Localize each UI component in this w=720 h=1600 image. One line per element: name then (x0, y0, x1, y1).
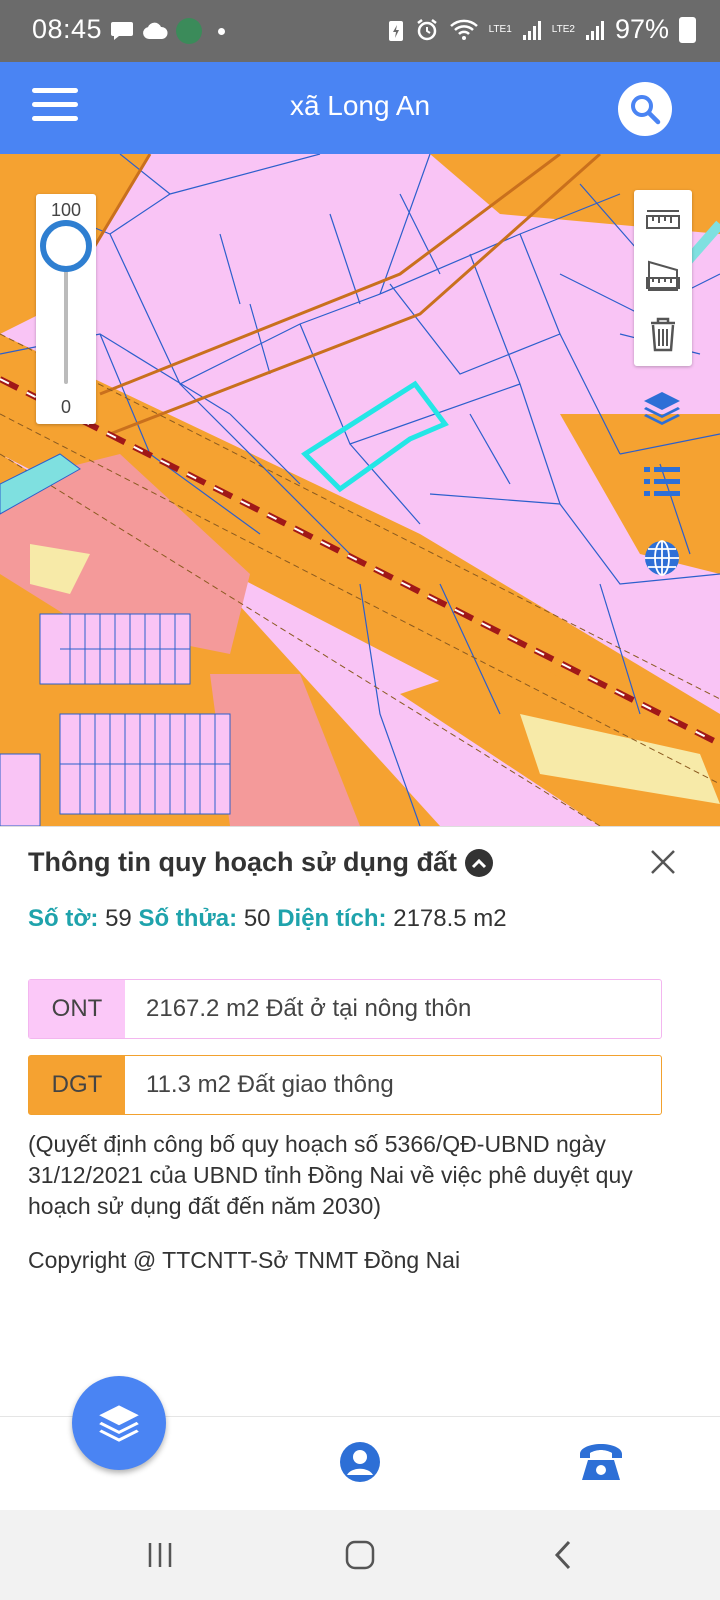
search-icon (631, 95, 661, 125)
area-label: Diện tích: (277, 905, 387, 932)
globe-icon[interactable] (640, 536, 684, 580)
planning-map[interactable] (0, 154, 720, 826)
close-icon[interactable] (646, 845, 680, 879)
search-button[interactable] (618, 82, 672, 136)
land-use-info-panel: Thông tin quy hoạch sử dụng đất Số tờ: 5… (0, 826, 720, 1417)
battery-saver-icon (388, 20, 403, 41)
sheet-label: Số tờ: (28, 905, 99, 932)
slider-max-label: 100 (50, 200, 82, 220)
battery-icon (679, 16, 696, 43)
signal-icon (585, 20, 604, 40)
chat-icon (111, 22, 133, 40)
signal-icon (522, 20, 541, 40)
status-right-icons: LTE1 LTE2 97% (387, 14, 696, 45)
info-title-text: Thông tin quy hoạch sử dụng đất (28, 847, 458, 877)
sim2-label: LTE2 (551, 23, 575, 35)
layers-icon (99, 1405, 139, 1442)
area-value: 2178.5 m2 (393, 905, 507, 932)
recents-icon[interactable] (135, 1532, 185, 1578)
parcel-label: Số thửa: (138, 905, 238, 932)
app-header: xã Long An (0, 62, 720, 154)
slider-min-label: 0 (60, 397, 71, 417)
land-use-code: DGT (29, 1056, 125, 1114)
trash-icon[interactable] (643, 314, 683, 354)
back-icon[interactable] (538, 1532, 588, 1578)
wifi-icon (449, 19, 478, 40)
status-time: 08:45 (32, 14, 103, 44)
land-use-code: ONT (29, 980, 125, 1038)
opacity-slider[interactable]: 100 0 (36, 194, 96, 424)
phone-icon[interactable] (576, 1440, 626, 1484)
info-panel-title[interactable]: Thông tin quy hoạch sử dụng đất (28, 847, 494, 878)
notification-dot (218, 27, 225, 35)
page-title: xã Long An (289, 90, 431, 121)
copyright-text: Copyright @ TTCNTT-Sở TNMT Đồng Nai (28, 1247, 461, 1273)
map-tool-panel (634, 190, 692, 366)
profile-icon[interactable] (338, 1440, 382, 1484)
land-use-row-dgt: DGT 11.3 m2 Đất giao thông (28, 1055, 662, 1115)
planning-decision-text: (Quyết định công bố quy hoạch số 5366/QĐ… (28, 1131, 633, 1219)
sheet-value: 59 (105, 905, 132, 932)
parcel-value: 50 (243, 905, 271, 932)
layers-fab-button[interactable] (72, 1376, 166, 1470)
slider-thumb[interactable] (40, 220, 92, 272)
parcel-summary: Số tờ: 59 Số thửa: 50 Diện tích: 2178.5 … (28, 905, 507, 933)
land-use-row-ont: ONT 2167.2 m2 Đất ở tại nông thôn (28, 979, 662, 1039)
status-left-icons (110, 18, 225, 44)
home-icon[interactable] (335, 1532, 385, 1578)
chevron-up-icon[interactable] (465, 848, 494, 877)
system-navigation-bar (0, 1510, 720, 1600)
land-use-description: 2167.2 m2 Đất ở tại nông thôn (146, 995, 472, 1022)
map-view[interactable]: 100 0 (0, 154, 720, 826)
status-bar: 08:45 LTE1 LTE2 97% (0, 0, 720, 62)
cloud-icon (143, 22, 168, 39)
legend-list-icon[interactable] (640, 460, 684, 504)
alarm-icon (416, 18, 437, 40)
sim1-label: LTE1 (488, 23, 512, 35)
layers-icon[interactable] (640, 386, 684, 430)
area-measure-icon[interactable] (643, 256, 683, 296)
ruler-icon[interactable] (643, 200, 683, 240)
battery-percent: 97% (614, 14, 669, 44)
land-use-description: 11.3 m2 Đất giao thông (146, 1071, 394, 1098)
app-avatar (176, 18, 202, 44)
